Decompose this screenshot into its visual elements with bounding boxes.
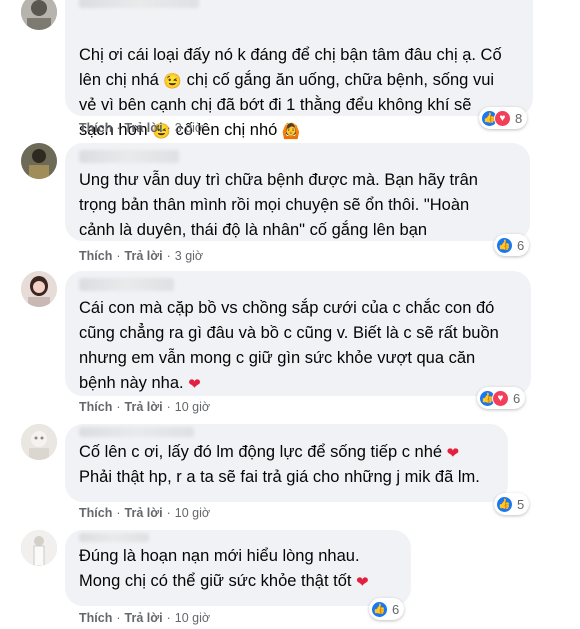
reaction-count: 5 xyxy=(517,496,525,512)
timestamp[interactable]: 10 giờ xyxy=(175,506,210,520)
author-name[interactable] xyxy=(79,427,194,437)
avatar[interactable] xyxy=(21,530,57,566)
avatar[interactable] xyxy=(21,424,57,460)
author-name[interactable] xyxy=(79,533,149,542)
reaction-summary[interactable]: 👍 ♥ 6 xyxy=(477,387,526,409)
comment-text: Ung thư vẫn duy trì chữa bệnh được mà. B… xyxy=(79,171,478,239)
heart-emoji-icon: ❤ xyxy=(446,445,460,462)
comment-bubble: Chị ơi cái loại đấy nó k đáng để chị bận… xyxy=(65,0,533,139)
wink-emoji-icon: 😉 xyxy=(163,73,183,90)
timestamp[interactable]: 10 giờ xyxy=(175,400,210,414)
comment-actions: Thích · Trả lời · 10 giờ xyxy=(79,400,211,414)
gesture-emoji-icon: 🙆 xyxy=(281,123,301,140)
author-name[interactable] xyxy=(79,150,179,163)
reaction-count: 8 xyxy=(515,110,523,126)
heart-icon: ♥ xyxy=(494,109,511,127)
heart-emoji-icon: ❤ xyxy=(356,574,369,591)
comment-actions: Thích · Trả lời · 3 giờ xyxy=(79,121,204,135)
comment-text: Đúng là hoạn nạn mới hiểu lòng nhau. Mon… xyxy=(79,547,369,591)
reaction-count: 6 xyxy=(517,237,525,253)
heart-emoji-icon: ❤ xyxy=(188,376,201,393)
like-link[interactable]: Thích xyxy=(79,400,112,414)
like-link[interactable]: Thích xyxy=(79,121,112,135)
author-name[interactable] xyxy=(79,278,174,291)
timestamp[interactable]: 10 giờ xyxy=(175,611,210,625)
reply-link[interactable]: Trả lời xyxy=(125,506,163,520)
timestamp[interactable]: 3 giờ xyxy=(175,249,203,263)
comment-bubble: Ung thư vẫn duy trì chữa bệnh được mà. B… xyxy=(65,143,530,241)
comment-text: Cố lên c ơi, lấy đó lm động lực để sống … xyxy=(79,443,480,486)
reaction-summary[interactable]: 👍 6 xyxy=(369,598,405,620)
avatar[interactable] xyxy=(21,271,57,307)
comment-text: Cái con mà cặp bồ vs chồng sắp cưới của … xyxy=(79,299,499,393)
author-name[interactable] xyxy=(79,0,199,8)
like-link[interactable]: Thích xyxy=(79,249,112,263)
like-link[interactable]: Thích xyxy=(79,611,112,625)
reaction-count: 6 xyxy=(392,601,400,617)
comment-actions: Thích · Trả lời · 10 giờ xyxy=(79,611,211,625)
avatar[interactable] xyxy=(21,0,57,30)
reaction-summary[interactable]: 👍 6 xyxy=(494,234,530,256)
avatar[interactable] xyxy=(21,143,57,179)
like-link[interactable]: Thích xyxy=(79,506,112,520)
comment-actions: Thích · Trả lời · 10 giờ xyxy=(79,506,211,520)
thumbs-up-icon: 👍 xyxy=(496,236,513,254)
reaction-summary[interactable]: 👍 5 xyxy=(494,493,530,515)
thumbs-up-icon: 👍 xyxy=(496,495,513,513)
comment-bubble: Cái con mà cặp bồ vs chồng sắp cưới của … xyxy=(65,271,531,396)
comment-bubble: Đúng là hoạn nạn mới hiểu lòng nhau. Mon… xyxy=(65,530,411,606)
reaction-summary[interactable]: 👍 ♥ 8 xyxy=(479,107,528,129)
comment-actions: Thích · Trả lời · 3 giờ xyxy=(79,249,204,263)
heart-icon: ♥ xyxy=(492,389,509,407)
reply-link[interactable]: Trả lời xyxy=(125,249,163,263)
timestamp[interactable]: 3 giờ xyxy=(175,121,203,135)
reply-link[interactable]: Trả lời xyxy=(125,400,163,414)
comment-bubble: Cố lên c ơi, lấy đó lm động lực để sống … xyxy=(65,424,508,502)
reply-link[interactable]: Trả lời xyxy=(125,121,163,135)
reply-link[interactable]: Trả lời xyxy=(125,611,163,625)
reaction-count: 6 xyxy=(513,390,521,406)
thumbs-up-icon: 👍 xyxy=(371,600,388,618)
